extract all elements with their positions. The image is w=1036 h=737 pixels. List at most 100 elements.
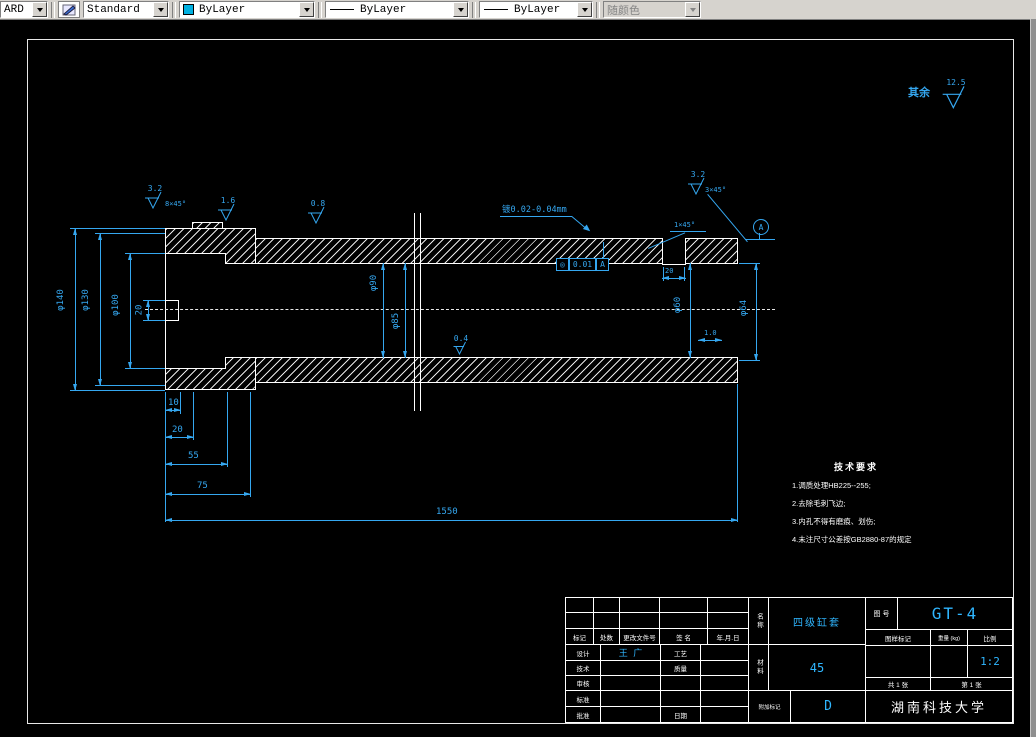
leader-line	[500, 216, 572, 217]
roughness-mark-bore: 0.4	[448, 334, 474, 360]
lineweight-dropdown-arrow[interactable]	[577, 2, 592, 17]
dim-text-d60: φ60	[673, 296, 684, 314]
center-hole-20	[165, 300, 179, 321]
sig-label: 标准	[565, 690, 601, 707]
toolbar-separator	[172, 1, 176, 18]
sig-value	[600, 660, 661, 676]
sig-label: 技术	[565, 660, 601, 676]
ext-line	[70, 390, 165, 391]
dim-line-depth20	[146, 300, 150, 321]
sig-label: 日期	[660, 706, 701, 723]
organization: 湖南科技大学	[865, 690, 1013, 723]
toolbar-separator	[51, 1, 55, 18]
weight-value	[930, 645, 968, 678]
sig-label: 质量	[660, 660, 701, 676]
color-dropdown-arrow[interactable]	[299, 2, 314, 17]
roughness-icon	[145, 191, 162, 210]
rev-cell	[565, 612, 594, 629]
sig-value	[600, 706, 661, 723]
linetype-combo[interactable]: ByLayer	[325, 1, 469, 18]
bore-transition	[225, 263, 256, 358]
text-style-combo[interactable]: Standard	[83, 1, 169, 18]
dim-line-groove20	[662, 276, 686, 280]
dim-text-20: 20	[172, 425, 183, 435]
feature-control-frame: ◎ 0.01 A	[556, 258, 609, 271]
dim-text-1550: 1550	[436, 507, 458, 517]
dim-line-d90	[381, 263, 385, 358]
plotstyle-value: 随颜色	[607, 5, 640, 18]
rev-header: 年.月.日	[707, 628, 749, 645]
text-style-dropdown-arrow[interactable]	[153, 2, 168, 17]
general-roughness-prefix: 其余	[908, 87, 930, 99]
fcf-leader	[603, 242, 604, 259]
dim-style-combo[interactable]: ARD	[0, 1, 48, 18]
dim-line-d85	[403, 263, 407, 358]
break-line-right	[420, 213, 421, 411]
color-swatch	[183, 4, 194, 15]
roughness-mark-general: 12.5	[936, 78, 976, 114]
scale-value: 1:2	[967, 645, 1013, 678]
fcf-symbol: ◎	[556, 258, 569, 271]
lineweight-value: ByLayer	[514, 3, 561, 16]
tech-req-item: 3.内孔不得有磨痕、划伤;	[792, 517, 876, 526]
ext-line	[95, 233, 165, 234]
sig-label: 审核	[565, 675, 601, 691]
rev-header: 签 名	[659, 628, 708, 645]
sig-value	[700, 706, 749, 723]
roughness-icon	[308, 206, 325, 225]
dim-style-value: ARD	[4, 3, 24, 16]
drawing-no-label: 图 号	[865, 597, 898, 630]
dim-style-dropdown-arrow[interactable]	[32, 2, 47, 17]
dim-text-d85: φ85	[391, 312, 402, 330]
dim-text-d64: φ64	[739, 299, 750, 317]
drawing-no: GT-4	[897, 597, 1013, 630]
sig-label: 批准	[565, 706, 601, 723]
sig-label: 工艺	[660, 644, 701, 661]
rev-cell	[593, 597, 620, 613]
dim-line-d100	[128, 253, 132, 369]
chamfer-note-right: 3×45°	[705, 186, 727, 194]
leader-line	[670, 231, 706, 232]
sheet-no: 第 1 张	[930, 677, 1013, 691]
rev-cell	[565, 597, 594, 613]
fcf-datum: A	[596, 258, 609, 271]
dim-line-20	[165, 435, 194, 439]
ext-line	[227, 392, 228, 467]
lineweight-combo[interactable]: ByLayer	[479, 1, 593, 18]
dim-text-1.0: 1.0	[704, 329, 717, 337]
dim-line-75	[165, 492, 251, 496]
linetype-glyph	[330, 9, 354, 10]
color-combo[interactable]: ByLayer	[179, 1, 315, 18]
rev-cell	[707, 612, 749, 629]
sig-value	[600, 675, 661, 691]
weight-label: 重量 (kg)	[930, 629, 968, 646]
rev-cell	[619, 597, 660, 613]
color-value: ByLayer	[199, 3, 246, 16]
sheet-total: 共 1 张	[865, 677, 931, 691]
dim-line-d64	[754, 263, 758, 361]
sig-label	[660, 690, 701, 707]
chamfer-note-right2: 1×45°	[674, 221, 696, 229]
plotstyle-dropdown-arrow	[685, 2, 700, 17]
text-style-value: Standard	[87, 3, 140, 16]
tech-req-title: 技术要求	[834, 462, 879, 472]
part-name-label: 名称	[748, 597, 769, 645]
ext-line	[70, 228, 165, 229]
roughness-icon	[942, 86, 965, 110]
dim-text-d100: φ100	[110, 294, 121, 316]
toolbar-separator	[472, 1, 476, 18]
offsheet-margin	[1031, 19, 1036, 737]
dim-line-1.0	[698, 338, 722, 342]
rev-cell	[707, 597, 749, 613]
datum-flag: A	[753, 219, 769, 235]
cad-application-window: ARD Standard ByLayer ByLayer ByLayer 随颜色…	[0, 0, 1036, 737]
sig-label	[660, 675, 701, 691]
rev-cell	[619, 612, 660, 629]
text-style-icon[interactable]	[58, 1, 80, 18]
dim-line-d60	[688, 263, 692, 358]
pencil-glyph	[62, 4, 76, 16]
extra-value: D	[790, 690, 866, 723]
linetype-dropdown-arrow[interactable]	[453, 2, 468, 17]
sig-value	[600, 690, 661, 707]
rev-cell	[593, 612, 620, 629]
